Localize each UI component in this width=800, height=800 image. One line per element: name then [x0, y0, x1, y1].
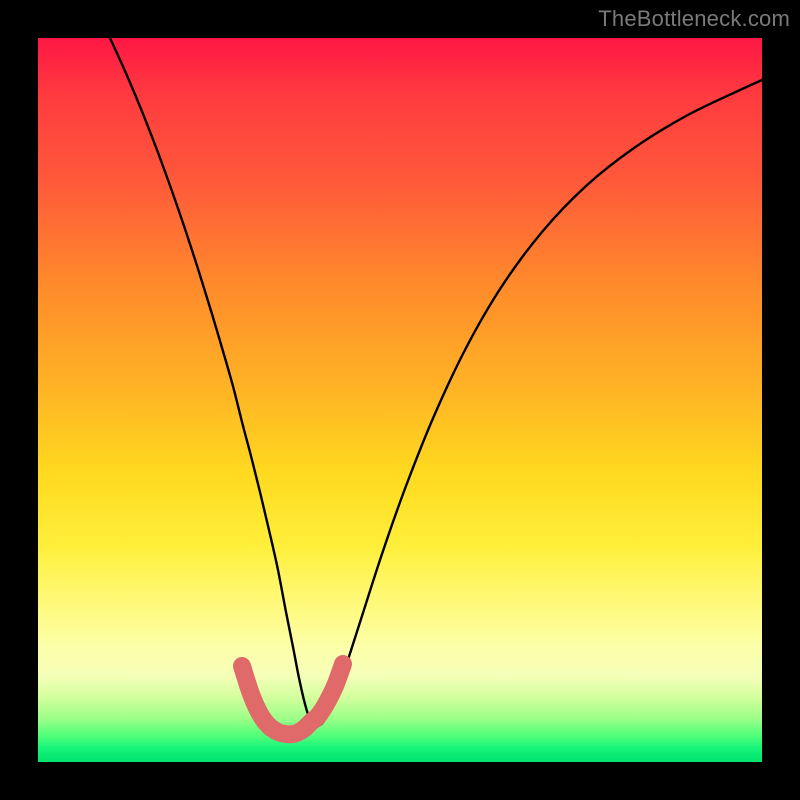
watermark-text: TheBottleneck.com	[598, 6, 790, 32]
outer-frame: TheBottleneck.com	[0, 0, 800, 800]
chart-plot-area	[38, 38, 762, 762]
curve-highlight	[242, 664, 343, 734]
chart-svg	[38, 38, 762, 762]
bottleneck-curve	[110, 38, 762, 726]
